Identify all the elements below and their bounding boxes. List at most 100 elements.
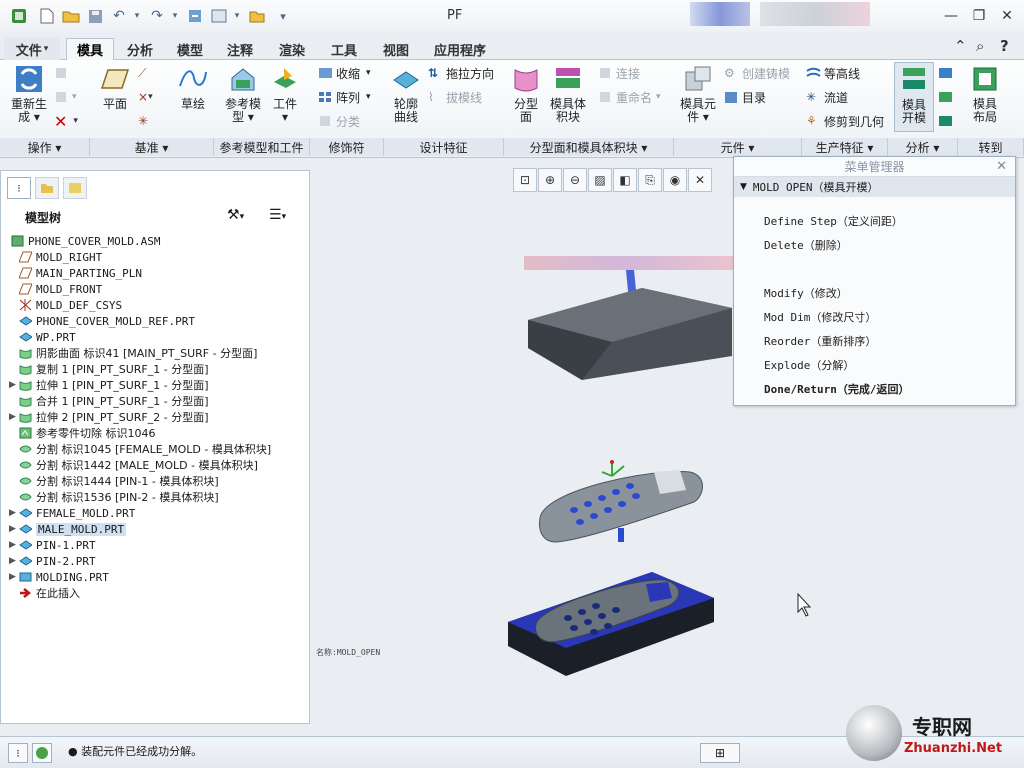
mold-volume-button[interactable]: 模具体 积块 [546,64,590,124]
tree-item[interactable]: PHONE_COVER_MOLD_REF.PRT [9,313,195,329]
tree-item[interactable]: 分割 标识1045 [FEMALE_MOLD - 模具体积块] [9,441,271,457]
array-button[interactable]: 阵列 ▾ [318,88,371,106]
folder-browser-tab-icon[interactable] [35,177,59,199]
tab-analysis[interactable]: 分析 [116,38,164,60]
restore-button[interactable]: ❐ [968,6,990,26]
tree-item[interactable]: MOLD_RIGHT [9,249,102,265]
menu-item[interactable]: Done/Return（完成/返回） [764,381,909,397]
selection-filter-icon[interactable]: ⊞ [700,743,740,763]
tree-item[interactable]: ▶ FEMALE_MOLD.PRT [9,505,135,521]
tree-item[interactable]: 合并 1 [PIN_PT_SURF_1 - 分型面] [9,393,209,409]
windows-dropdown-icon[interactable]: ▾ [228,7,246,25]
collapse-ribbon-icon[interactable]: ⌃ [954,37,967,55]
csys-icon[interactable]: ✳ [138,112,148,130]
draft-analysis-icon[interactable] [938,64,956,82]
minimize-button[interactable]: — [940,6,962,26]
tree-item[interactable]: ▶ 拉伸 2 [PIN_PT_SURF_2 - 分型面] [9,409,209,425]
group-datum[interactable]: 基准 ▾ [90,138,214,156]
pull-direction-button[interactable]: ⇅ 拖拉方向 [428,64,494,82]
tab-model[interactable]: 模型 [166,38,214,60]
expand-arrow-icon[interactable]: ▶ [9,540,19,550]
expand-arrow-icon[interactable]: ▶ [9,572,19,582]
group-operations[interactable]: 操作 ▾ [0,138,90,156]
rename-button[interactable]: 重命名 ▾ [598,88,661,106]
zoom-in-icon[interactable]: ⊕ [538,168,562,192]
navigator-toggle-icon[interactable]: ⁝ [8,743,28,763]
tab-file[interactable]: 文件 ▾ [4,38,60,60]
menu-item[interactable]: Delete（删除） [764,237,848,253]
tree-item[interactable]: 阴影曲面 标识41 [MAIN_PT_SURF - 分型面] [9,345,257,361]
sketch-button[interactable]: 草绘 [176,64,210,111]
new-file-icon[interactable] [38,7,56,25]
tree-item[interactable]: 参考零件切除 标识1046 [9,425,156,441]
tree-item[interactable]: MOLD_FRONT [9,281,102,297]
menu-item[interactable]: Define Step（定义间距） [764,213,903,229]
menu-manager-close-icon[interactable]: ✕ [996,159,1007,174]
expand-arrow-icon[interactable]: ▶ [9,380,19,390]
tree-item[interactable]: ▶ MALE_MOLD.PRT [9,521,127,537]
group-parting-mold-volume[interactable]: 分型面和模具体积块 ▾ [504,138,674,156]
menu-item[interactable]: Modify（修改） [764,285,848,301]
favorites-tab-icon[interactable] [63,177,87,199]
connect-button[interactable]: 连接 [598,64,640,82]
tree-item[interactable]: 在此插入 [9,585,80,601]
datum-display-icon[interactable]: ✕ [688,168,712,192]
tab-annotate[interactable]: 注释 [216,38,264,60]
model-tree-tab-icon[interactable]: ⁝ [7,177,31,199]
tree-item[interactable]: MAIN_PARTING_PLN [9,265,142,281]
plane-button[interactable]: 平面 [98,64,132,111]
mold-component-button[interactable]: 模具元件 ▾ [678,64,718,124]
browser-toggle-icon[interactable] [32,743,52,763]
repaint-icon[interactable]: ▨ [588,168,612,192]
mold-open-button[interactable]: 模具 开模 [894,62,934,132]
draft-check-button[interactable]: ⌇ 拔模线 [428,88,482,106]
axis-icon[interactable]: ⟋ [138,64,146,82]
mold-layout-button[interactable]: 模具 布局 [966,64,1004,124]
tab-view[interactable]: 视图 [372,38,420,60]
regenerate-small-icon[interactable] [186,7,204,25]
close-button[interactable]: ✕ [996,6,1018,26]
tree-item[interactable]: ▶ 拉伸 1 [PIN_PT_SURF_1 - 分型面] [9,377,209,393]
point-icon[interactable]: × ▾ [138,88,153,106]
workpiece-button[interactable]: 工件 ▾ [270,64,300,124]
copy-icon[interactable] [54,64,72,82]
windows-icon[interactable] [210,7,228,25]
view-manager-icon[interactable]: ◉ [663,168,687,192]
tab-mold[interactable]: 模具 [66,38,114,60]
group-analysis[interactable]: 分析 ▾ [888,138,958,156]
tree-item[interactable]: PHONE_COVER_MOLD.ASM [9,233,160,249]
tab-tools[interactable]: 工具 [320,38,368,60]
help-icon[interactable]: ? [1000,37,1009,55]
tree-item[interactable]: ▶ MOLDING.PRT [9,569,109,585]
catalog-button[interactable]: 目录 [724,88,766,106]
tree-settings-icon[interactable]: ⚒▾ [227,207,244,223]
redo-icon[interactable]: ↷ [148,7,166,25]
undo-dropdown-icon[interactable]: ▾ [128,7,146,25]
regenerate-button[interactable]: 重新生成 ▾ [8,64,50,124]
zoom-out-icon[interactable]: ⊖ [563,168,587,192]
trim-to-geometry-button[interactable]: ⚘ 修剪到几何 [806,112,884,130]
parting-surface-button[interactable]: 分型面 [508,64,544,124]
tree-item[interactable]: 分割 标识1442 [MALE_MOLD - 模具体积块] [9,457,258,473]
redo-dropdown-icon[interactable]: ▾ [166,7,184,25]
open-folder-icon[interactable] [62,7,80,25]
expand-arrow-icon[interactable]: ▶ [9,412,19,422]
group-components[interactable]: 元件 ▾ [674,138,802,156]
delete-icon[interactable]: ✕ ▾ [54,112,78,131]
expand-arrow-icon[interactable]: ▶ [9,524,19,534]
save-icon[interactable] [86,7,104,25]
tree-item[interactable]: 复制 1 [PIN_PT_SURF_1 - 分型面] [9,361,209,377]
thickness-check-icon[interactable] [938,88,956,106]
create-casting-button[interactable]: ⚙ 创建铸模 [724,64,790,82]
parting-check-icon[interactable] [938,112,956,130]
tree-item[interactable]: MOLD_DEF_CSYS [9,297,122,313]
group-production-features[interactable]: 生产特征 ▾ [802,138,888,156]
saved-views-icon[interactable]: ⎘ [638,168,662,192]
search-icon[interactable]: ⌕ [976,37,984,55]
undo-icon[interactable]: ↶ [110,7,128,25]
contour-button[interactable]: 等高线 [806,64,860,82]
tree-item[interactable]: ▶ PIN-1.PRT [9,537,96,553]
menu-item[interactable]: Explode（分解） [764,357,854,373]
runner-button[interactable]: ✳ 流道 [806,88,848,106]
menu-item[interactable]: Reorder（重新排序） [764,333,876,349]
